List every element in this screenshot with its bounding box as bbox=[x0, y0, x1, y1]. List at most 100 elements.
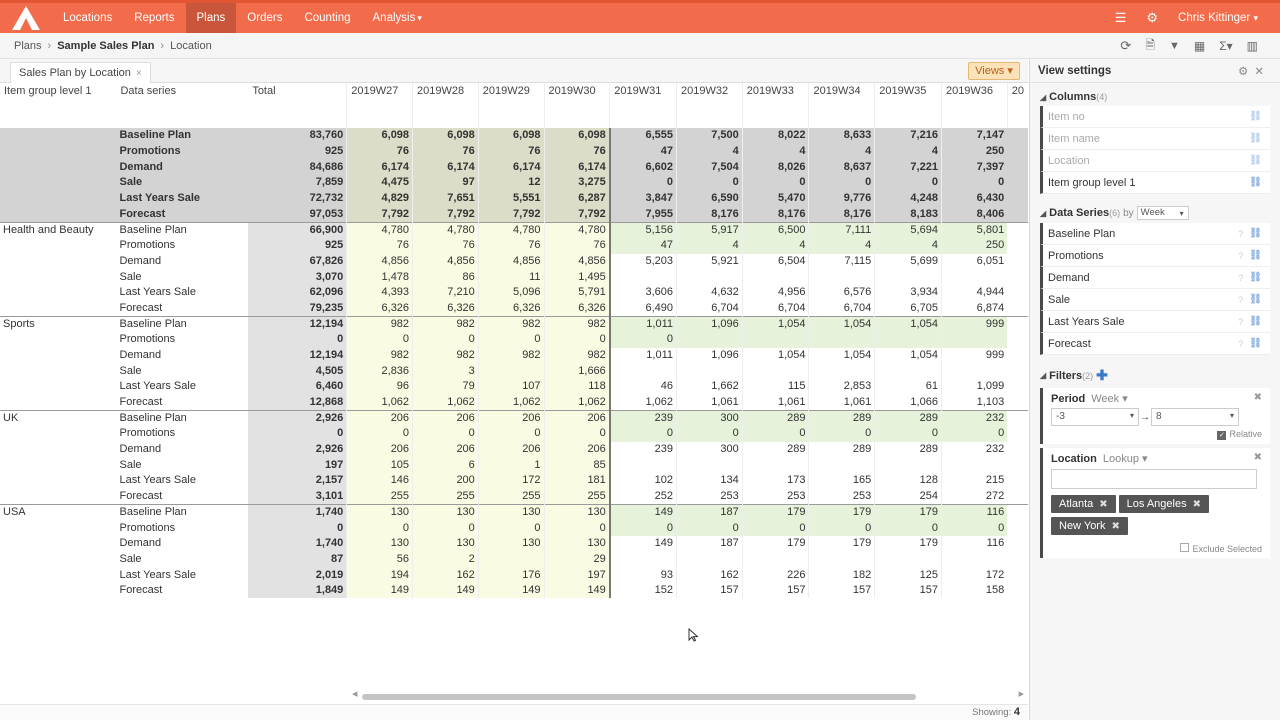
remove-filter-icon[interactable]: ✖ bbox=[1254, 392, 1262, 403]
week-cell[interactable]: 130 bbox=[412, 504, 479, 521]
week-cell[interactable]: 1,478 bbox=[346, 269, 413, 285]
week-cell[interactable]: 253 bbox=[808, 488, 875, 505]
week-cell[interactable]: 206 bbox=[412, 441, 479, 458]
week-cell[interactable]: 8,633 bbox=[808, 128, 875, 144]
week-cell[interactable]: 3,847 bbox=[609, 190, 677, 207]
week-cell[interactable]: 4 bbox=[808, 143, 875, 160]
week-cell[interactable]: 1,011 bbox=[609, 347, 677, 364]
week-cell[interactable]: 1,062 bbox=[477, 394, 545, 411]
week-cell[interactable]: 5,917 bbox=[676, 221, 743, 238]
week-cell[interactable] bbox=[609, 457, 677, 474]
week-cell[interactable]: 1,096 bbox=[676, 347, 743, 364]
week-cell[interactable]: 7,955 bbox=[609, 206, 677, 223]
table-row[interactable]: Health and Beauty Baseline Plan 66,900 4,78… bbox=[0, 221, 1028, 238]
columns-title[interactable]: Columns bbox=[1049, 91, 1096, 103]
week-cell[interactable]: 0 bbox=[874, 426, 942, 442]
week-cell[interactable]: 0 bbox=[741, 175, 809, 191]
week-cell[interactable]: 5,156 bbox=[609, 221, 677, 238]
scrollbar-thumb[interactable] bbox=[362, 694, 916, 700]
week-cell[interactable]: 149 bbox=[609, 535, 677, 552]
tab-sales-plan[interactable]: Sales Plan by Location × bbox=[10, 62, 151, 83]
breadcrumb-plans[interactable]: Plans bbox=[14, 40, 42, 52]
table-row[interactable]: Sale 4,505 2,836 3 1,666 bbox=[0, 363, 1028, 379]
week-cell[interactable]: 1,061 bbox=[741, 394, 809, 411]
week-cell[interactable]: 47 bbox=[609, 143, 677, 160]
week-cell[interactable]: 7,111 bbox=[808, 221, 875, 238]
week-cell[interactable]: 76 bbox=[477, 237, 545, 254]
link-icon[interactable]: ⛓ bbox=[1249, 272, 1262, 283]
close-icon[interactable]: × bbox=[136, 68, 142, 79]
table-row[interactable]: Promotions 925 76 76 76 76 47 4 4 4 4 250 bbox=[0, 143, 1028, 160]
week-cell[interactable] bbox=[676, 269, 743, 285]
week-cell[interactable]: 4 bbox=[808, 237, 875, 254]
week-cell[interactable]: 6,504 bbox=[741, 253, 809, 270]
link-icon[interactable]: ⛓ bbox=[1249, 294, 1262, 305]
week-cell[interactable] bbox=[874, 363, 942, 379]
week-cell[interactable]: 6,326 bbox=[412, 300, 479, 317]
remove-chip-icon[interactable]: ✖ bbox=[1099, 499, 1107, 510]
filters-title[interactable]: Filters bbox=[1049, 370, 1082, 382]
week-cell[interactable]: 79 bbox=[412, 379, 479, 395]
week-cell[interactable]: 7,792 bbox=[543, 206, 611, 223]
week-cell[interactable]: 1,054 bbox=[808, 315, 875, 332]
week-cell[interactable]: 6,326 bbox=[477, 300, 545, 317]
week-cell[interactable]: 2,836 bbox=[346, 363, 413, 379]
week-cell[interactable]: 0 bbox=[543, 331, 611, 348]
column-header[interactable]: Total bbox=[248, 83, 347, 128]
week-cell[interactable]: 206 bbox=[477, 409, 545, 427]
week-cell[interactable]: 8,176 bbox=[808, 206, 875, 223]
table-row[interactable]: Forecast 12,868 1,062 1,062 1,062 1,062 1,062 1… bbox=[0, 394, 1028, 411]
week-cell[interactable]: 6,590 bbox=[676, 190, 743, 207]
table-row[interactable]: Last Years Sale 72,732 4,829 7,651 5,551 6,28… bbox=[0, 190, 1028, 207]
week-cell[interactable]: 162 bbox=[412, 567, 479, 583]
week-cell[interactable]: 4 bbox=[676, 143, 743, 160]
week-cell[interactable]: 1 bbox=[477, 457, 545, 474]
week-cell[interactable]: 61 bbox=[874, 379, 942, 395]
week-cell[interactable]: 4,856 bbox=[477, 253, 545, 270]
column-header[interactable]: 2019W27 bbox=[346, 83, 413, 128]
week-cell[interactable]: 6 bbox=[412, 457, 479, 474]
week-cell[interactable]: 182 bbox=[808, 567, 875, 583]
week-cell[interactable]: 179 bbox=[741, 504, 809, 521]
week-cell[interactable]: 6,098 bbox=[412, 128, 479, 144]
week-cell[interactable]: 3,275 bbox=[543, 175, 611, 191]
week-cell[interactable]: 172 bbox=[940, 567, 1008, 583]
filter-icon[interactable]: ▼ bbox=[1169, 40, 1180, 52]
week-cell[interactable]: 6,602 bbox=[609, 159, 677, 176]
week-cell[interactable]: 6,430 bbox=[940, 190, 1008, 207]
week-cell[interactable]: 982 bbox=[412, 347, 479, 364]
nav-orders[interactable]: Orders bbox=[236, 3, 293, 33]
week-cell[interactable]: 102 bbox=[609, 473, 677, 489]
week-cell[interactable]: 6,174 bbox=[543, 159, 611, 176]
week-cell[interactable]: 7,147 bbox=[940, 128, 1008, 144]
week-cell[interactable]: 5,096 bbox=[477, 284, 545, 301]
week-cell[interactable]: 0 bbox=[543, 426, 611, 442]
week-cell[interactable]: 254 bbox=[874, 488, 942, 505]
week-cell[interactable]: 1,054 bbox=[874, 315, 942, 332]
week-cell[interactable]: 187 bbox=[676, 535, 743, 552]
week-cell[interactable]: 47 bbox=[609, 237, 677, 254]
week-cell[interactable]: 1,066 bbox=[874, 394, 942, 411]
week-cell[interactable]: 3,606 bbox=[609, 284, 677, 301]
sum-icon[interactable]: Σ▾ bbox=[1219, 39, 1232, 53]
data-series-item[interactable]: Sale? ⛓ bbox=[1040, 289, 1270, 311]
period-to-input[interactable]: 8 ▾ bbox=[1151, 408, 1239, 426]
week-cell[interactable]: 5,699 bbox=[874, 253, 942, 270]
week-cell[interactable]: 7,115 bbox=[808, 253, 875, 270]
week-cell[interactable]: 200 bbox=[412, 473, 479, 489]
column-header[interactable]: Data series bbox=[116, 83, 249, 128]
week-cell[interactable]: 0 bbox=[741, 426, 809, 442]
week-cell[interactable]: 1,495 bbox=[543, 269, 611, 285]
week-cell[interactable]: 289 bbox=[741, 409, 809, 427]
week-cell[interactable]: 982 bbox=[543, 347, 611, 364]
by-week-select[interactable]: Week ▾ bbox=[1136, 206, 1189, 220]
week-cell[interactable]: 105 bbox=[346, 457, 413, 474]
week-cell[interactable]: 8,176 bbox=[676, 206, 743, 223]
link-icon[interactable]: ⛓ bbox=[1249, 250, 1262, 261]
week-cell[interactable] bbox=[676, 551, 743, 568]
week-cell[interactable]: 0 bbox=[741, 520, 809, 536]
table-row[interactable]: Sale 7,859 4,475 97 12 3,275 0 0 0 0 0 0 bbox=[0, 175, 1028, 191]
column-header[interactable]: 2019W35 bbox=[874, 83, 942, 128]
table-row[interactable]: Sale 3,070 1,478 86 11 1,495 bbox=[0, 269, 1028, 285]
week-cell[interactable]: 1,054 bbox=[741, 347, 809, 364]
